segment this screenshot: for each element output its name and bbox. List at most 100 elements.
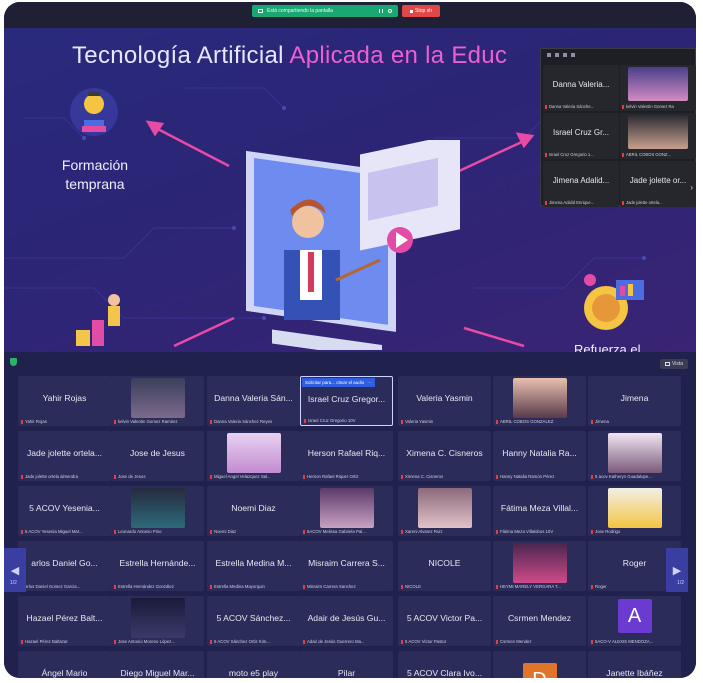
participant-tile[interactable]: Ángel Mario xyxy=(18,651,111,678)
view-label: Vista xyxy=(671,361,684,367)
panel-video-cell[interactable]: Jimena Adalid... Jimena Adalid Enrique..… xyxy=(543,161,619,207)
participant-tile[interactable]: 5 acov Katheryn Guadalupe... xyxy=(588,431,681,481)
participant-tile[interactable]: NICOLE NICOLE xyxy=(398,541,491,591)
panel-next-icon[interactable]: › xyxy=(690,183,693,192)
participant-name: Misraim Carrera S... xyxy=(308,558,385,568)
participant-tile[interactable]: Jimena Jimena xyxy=(588,376,681,426)
minimize-icon[interactable] xyxy=(547,53,551,57)
unmute-request-text: Solicitar para... cttvar el audio xyxy=(305,380,365,385)
participant-label: kelvin Valentin Gomez Ramirez xyxy=(114,419,201,424)
participant-tile[interactable]: D xyxy=(493,651,586,678)
participant-tile[interactable]: Jose Antonio Moreno López... xyxy=(111,596,204,646)
participant-tile[interactable]: Danna Valeria Sán... Danna Valeria Sánche… xyxy=(207,376,300,426)
brain-chart-icon xyxy=(584,274,644,330)
participant-name: NICOLE xyxy=(428,558,461,568)
participant-label: 5ACO-V ALEXIS MENDOZA... xyxy=(591,639,678,644)
participant-tile[interactable]: Jose de Jesus Jose de Jesus xyxy=(111,431,204,481)
sharing-status-pill[interactable]: Está compartiendo la pantalla xyxy=(252,5,398,17)
participant-name: Estrella Hernánde... xyxy=(119,558,196,568)
layout-icon[interactable] xyxy=(571,53,575,57)
panel-video-cell[interactable]: Israel Cruz Gr... Israel Cruz Gregorio 1… xyxy=(543,113,619,159)
participant-tile[interactable]: Estrella Medina M... Estrella Medina Mayo… xyxy=(207,541,300,591)
view-button[interactable]: Vista xyxy=(660,359,688,369)
panel-video-cell[interactable]: Jade jolette or... Jade jolette ortela..… xyxy=(620,161,696,207)
participant-name: Noemi Diaz xyxy=(231,503,276,513)
slide-label-refuerza: Refuerza el xyxy=(574,342,641,352)
participant-tile[interactable]: Valeria Yasmin Valeria Yasmin xyxy=(398,376,491,426)
participant-label: arlos Daniel Gomez Garcia... xyxy=(21,584,108,589)
panel-video-cell[interactable]: ABRIL COBOS GONZ... xyxy=(620,113,696,159)
expand-icon[interactable] xyxy=(563,53,567,57)
participant-tile[interactable]: Hanny Natalia Ra... Hanny Natalia Ramón P… xyxy=(493,431,586,481)
participant-tile[interactable]: Adair de Jesús Gu... Adair de Jesús Guerr… xyxy=(300,596,393,646)
participant-tile[interactable]: 5 ACOV Sánchez... 5 ACOV Sánchez Ortiz Ki… xyxy=(207,596,300,646)
participant-tile[interactable]: Hazael Pérez Balt... Hazael Pérez Baltaza… xyxy=(18,596,111,646)
participant-name: 5 ACOV Clara Ivo... xyxy=(407,668,482,678)
participant-tile[interactable]: Ximena C. Cisneros Ximena C. Cisneros xyxy=(398,431,491,481)
participant-tile[interactable]: Yahir Rojas Yahir Rojas xyxy=(18,376,111,426)
participant-tile[interactable]: Pilar xyxy=(300,651,393,678)
share-toolbar: Está compartiendo la pantalla Stop sh xyxy=(4,2,696,28)
participant-tile[interactable]: Israel Cruz Gregor... Israel Cruz Gregori… xyxy=(300,376,393,426)
participant-tile[interactable]: Leonardo Antonio Pino xyxy=(111,486,204,536)
participant-tile[interactable]: kelvin Valentin Gomez Ramirez xyxy=(111,376,204,426)
participant-tile[interactable]: Herson Rafael Riq... Herson Rafael Riquer… xyxy=(300,431,393,481)
participant-label: Jose de Jesus xyxy=(114,474,201,479)
grid-view-icon[interactable] xyxy=(555,53,559,57)
participant-label: Hanny Natalia Ramón Pérez xyxy=(496,474,583,479)
participant-tile[interactable]: 5 ACOV Clara Ivo... xyxy=(398,651,491,678)
participant-tile[interactable]: 5ACOV Melissa Gabriela Pal... xyxy=(300,486,393,536)
panel-participant-label: Jade jolette ortela... xyxy=(622,200,694,205)
participant-tile[interactable]: Jade jolette ortela... Jade jolette ortel… xyxy=(18,431,111,481)
participant-tile[interactable]: ABRIL COBOS GONZALEZ xyxy=(493,376,586,426)
participant-name: 5 ACOV Yesenia... xyxy=(29,503,100,513)
participant-name: Hanny Natalia Ra... xyxy=(502,448,577,458)
participant-tile[interactable]: Jose Rodrigo xyxy=(588,486,681,536)
participant-label: Herson Rafael Riquer Ortiz xyxy=(303,474,390,479)
participant-tile[interactable]: Noemi Diaz Noemi Diaz xyxy=(207,486,300,536)
more-options-icon[interactable]: ⋯ xyxy=(367,380,372,386)
participant-label: Noemi Diaz xyxy=(210,529,297,534)
participant-tile[interactable]: Estrella Hernánde... Estrella Hernández G… xyxy=(111,541,204,591)
participant-label: Jimena xyxy=(591,419,678,424)
participant-name: Jade jolette ortela... xyxy=(26,448,102,458)
participant-tile[interactable]: Fátima Meza Villal... Fátima Meza Villalo… xyxy=(493,486,586,536)
participant-label: Jose Antonio Moreno López... xyxy=(114,639,201,644)
participant-name: Ximena C. Cisneros xyxy=(406,448,483,458)
unmute-request-banner[interactable]: Solicitar para... cttvar el audio ⋯ xyxy=(302,378,375,387)
participant-name: Israel Cruz Gregor... xyxy=(307,394,386,404)
teacher-monitor-illustration xyxy=(246,140,460,350)
participant-tile[interactable]: Diego Miguel Mar... xyxy=(111,651,204,678)
participant-video xyxy=(226,433,281,473)
participant-tile[interactable]: A 5ACO-V ALEXIS MENDOZA... xyxy=(588,596,681,646)
participant-name: Pilar xyxy=(337,668,356,678)
participant-tile[interactable]: 5 ACOV Victor Pa... 5 ACOV Victor Pastor xyxy=(398,596,491,646)
panel-participant-label: Israel Cruz Gregorio 1... xyxy=(545,152,617,157)
participant-label: 5ACOV Melissa Gabriela Pal... xyxy=(303,529,390,534)
participant-tile[interactable]: arlos Daniel Go... arlos Daniel Gomez Gar… xyxy=(18,541,111,591)
settings-icon[interactable] xyxy=(388,9,392,13)
pause-icon[interactable] xyxy=(379,9,383,13)
participant-tile[interactable]: Misraim Carrera S... Misraim Carrera Sanc… xyxy=(300,541,393,591)
panel-video-cell[interactable]: Danna Valeria... Danna Valeria Sánche... xyxy=(543,65,619,111)
security-shield-icon[interactable] xyxy=(10,358,17,366)
participant-name: Herson Rafael Riq... xyxy=(307,448,386,458)
panel-video-cell[interactable]: kelvin Valentin Gomez Ra xyxy=(620,65,696,111)
panel-participant-name: Israel Cruz Gr... xyxy=(552,128,609,137)
stop-share-button[interactable]: Stop sh xyxy=(402,5,440,17)
participant-tile[interactable]: Janette Ibáñez xyxy=(588,651,681,678)
page-indicator-right: 1/2 xyxy=(677,580,684,586)
participant-tile[interactable]: Xareni Alvarez Ruiz xyxy=(398,486,491,536)
participant-label: Leonardo Antonio Pino xyxy=(114,529,201,534)
participant-tile[interactable]: 5 ACOV Yesenia... 5 ACOV Yesenia Miguel M… xyxy=(18,486,111,536)
participant-tile[interactable]: Miguel Angel Velazquez Sal... xyxy=(207,431,300,481)
floating-video-panel[interactable]: Danna Valeria... Danna Valeria Sánche...… xyxy=(540,48,696,207)
participant-video xyxy=(130,488,185,528)
participant-tile[interactable]: Csrmen Mendez Csrmen Mendez xyxy=(493,596,586,646)
participant-tile[interactable]: moto e5 play xyxy=(207,651,300,678)
participant-video xyxy=(607,488,662,528)
participant-video xyxy=(417,488,472,528)
participant-label: Israel Cruz Gregorio 10V xyxy=(304,418,389,423)
participant-tile[interactable]: HEYMI MARELY VERGARA T... xyxy=(493,541,586,591)
participant-label: Hazael Pérez Baltazar xyxy=(21,639,108,644)
